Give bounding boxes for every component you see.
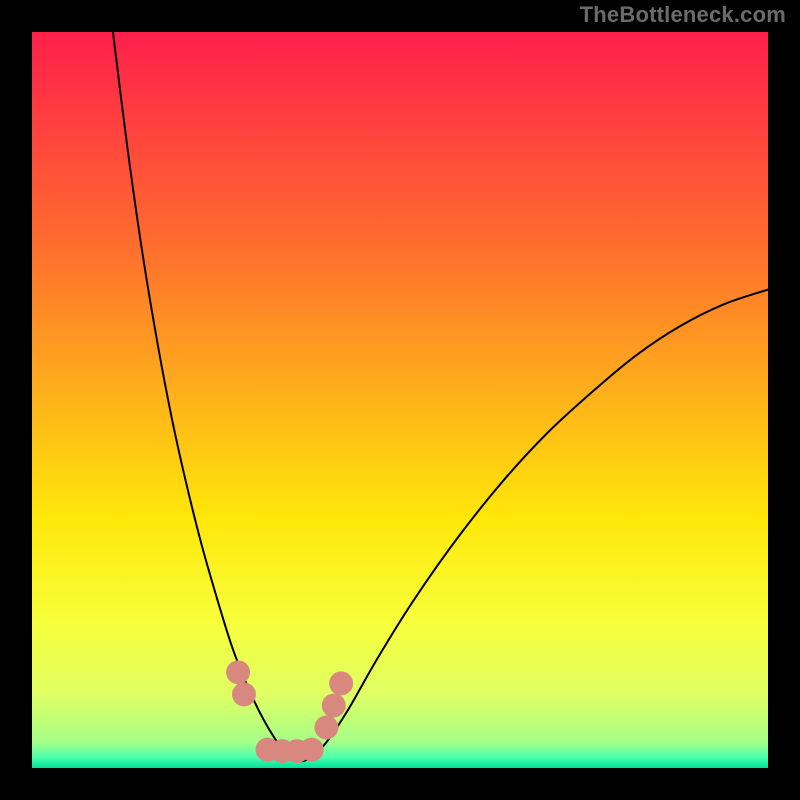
plot-area — [32, 32, 768, 768]
marker-dot — [322, 693, 346, 717]
chart-frame: TheBottleneck.com — [0, 0, 800, 800]
marker-dot — [314, 716, 338, 740]
marker-dot — [329, 671, 353, 695]
watermark-text: TheBottleneck.com — [580, 2, 786, 28]
marker-dot — [300, 738, 324, 762]
marker-dot — [226, 660, 250, 684]
gradient-background — [32, 32, 768, 768]
bottleneck-chart — [32, 32, 768, 768]
marker-dot — [232, 682, 256, 706]
